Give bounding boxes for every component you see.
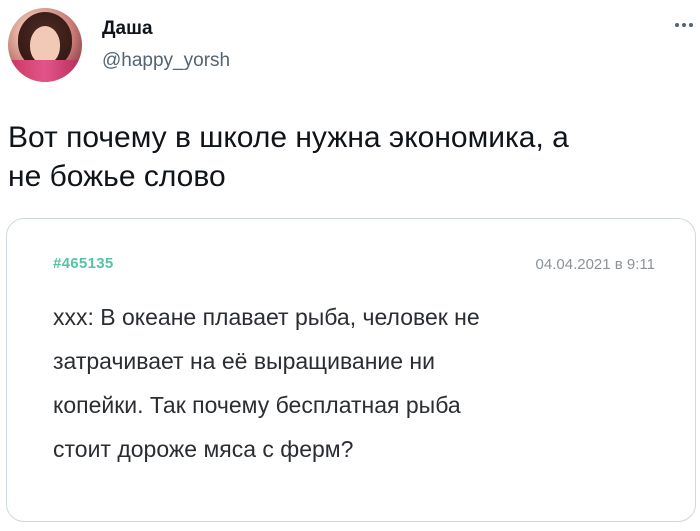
tweet: Даша @happy_yorsh Вот почему в школе нуж…: [0, 0, 700, 531]
avatar-face: [30, 26, 60, 64]
author-display-name[interactable]: Даша: [102, 18, 153, 40]
more-options-button[interactable]: [670, 14, 698, 36]
tweet-text: Вот почему в школе нужна экономика, а не…: [8, 121, 569, 193]
quote-post-date: 04.04.2021 в 9:11: [535, 256, 655, 273]
avatar-shirt: [8, 60, 82, 82]
quote-post-id: #465135: [53, 255, 114, 272]
more-horizontal-icon: [675, 23, 679, 27]
author-handle[interactable]: @happy_yorsh: [102, 50, 230, 72]
avatar[interactable]: [8, 8, 82, 82]
quote-text: xxx: В океане плавает рыба, человек не з…: [53, 304, 480, 462]
more-horizontal-icon-dot: [689, 23, 693, 27]
attached-image-card[interactable]: #465135 04.04.2021 в 9:11 xxx: В океане …: [6, 218, 696, 522]
more-horizontal-icon-dot: [682, 23, 686, 27]
